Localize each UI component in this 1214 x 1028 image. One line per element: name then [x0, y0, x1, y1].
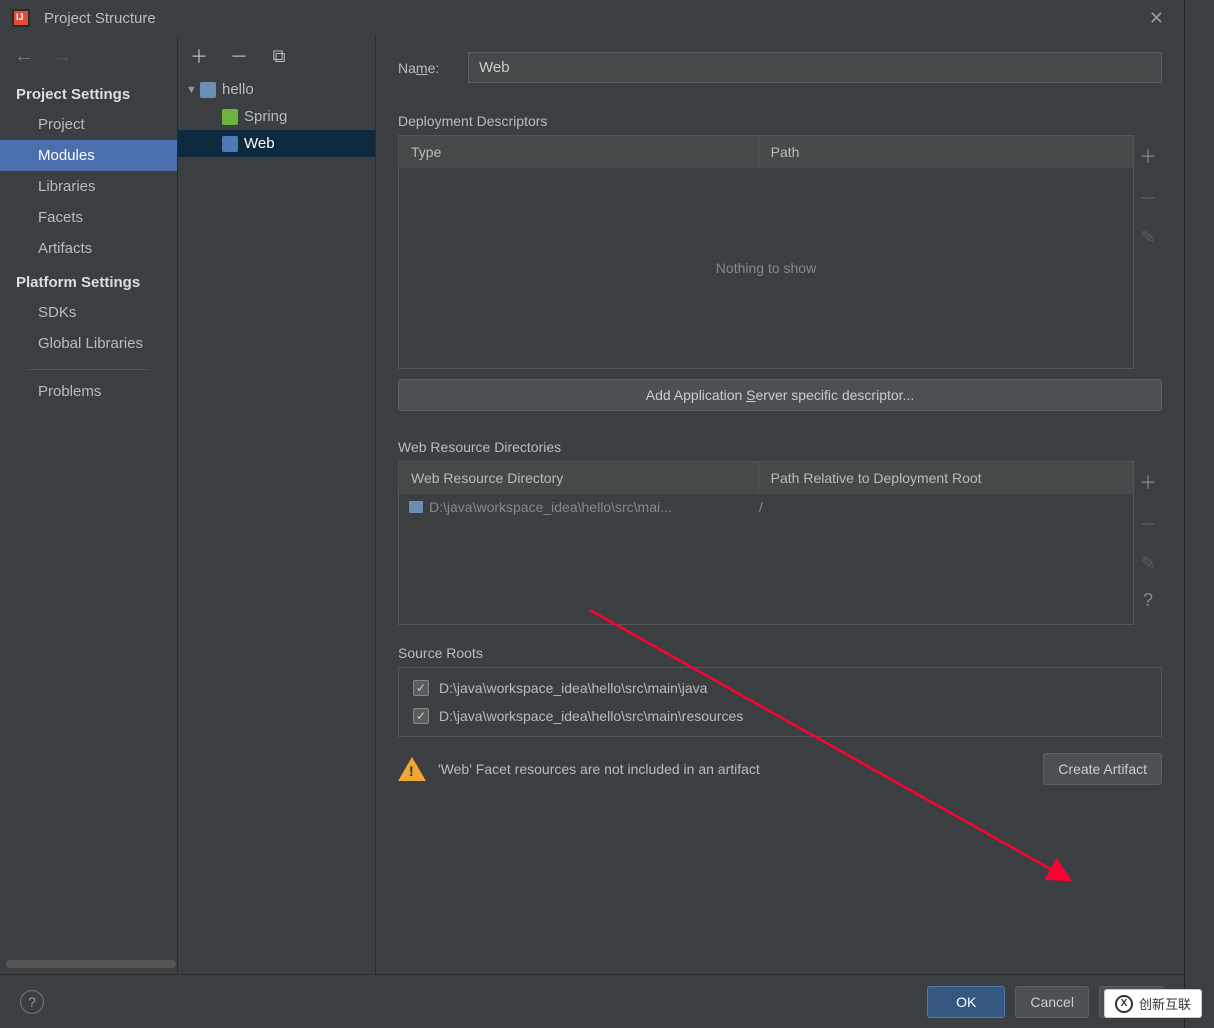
- nav-forward-icon[interactable]: →: [52, 45, 72, 68]
- expand-arrow-icon[interactable]: ▼: [186, 84, 198, 96]
- dd-col-type: Type: [399, 136, 759, 168]
- sidebar-item-facets[interactable]: Facets: [0, 202, 177, 233]
- copy-module-icon[interactable]: ⧉: [268, 46, 290, 67]
- sidebar-item-project[interactable]: Project: [0, 109, 177, 140]
- dd-empty-text: Nothing to show: [399, 168, 1133, 368]
- sidebar-item-libraries[interactable]: Libraries: [0, 171, 177, 202]
- tree-facet-label: Web: [244, 135, 275, 152]
- web-resource-dirs-table[interactable]: Web Resource Directory Path Relative to …: [398, 461, 1134, 625]
- dd-col-path: Path: [759, 136, 1133, 168]
- dd-add-icon[interactable]: ＋: [1139, 143, 1157, 169]
- sidebar-item-modules[interactable]: Modules: [0, 140, 177, 171]
- folder-icon: [409, 501, 423, 513]
- warning-text: 'Web' Facet resources are not included i…: [438, 761, 1031, 777]
- checkbox-icon[interactable]: ✓: [413, 680, 429, 696]
- sidebar-item-problems[interactable]: Problems: [0, 376, 177, 407]
- sidebar-item-sdks[interactable]: SDKs: [0, 297, 177, 328]
- sidebar-divider: [28, 369, 149, 370]
- dialog-footer: ? OK Cancel Apply: [0, 974, 1184, 1028]
- wrd-dir-value: D:\java\workspace_idea\hello\src\mai...: [429, 499, 672, 515]
- tree-facet-spring[interactable]: Spring: [178, 103, 375, 130]
- sidebar-item-global-libraries[interactable]: Global Libraries: [0, 328, 177, 359]
- watermark-icon: X: [1115, 995, 1133, 1013]
- dd-edit-icon[interactable]: ✎: [1140, 227, 1155, 248]
- sidebar-scrollbar[interactable]: [6, 960, 176, 968]
- spring-icon: [222, 109, 238, 125]
- warning-icon: [398, 757, 426, 781]
- tree-facet-label: Spring: [244, 108, 287, 125]
- nav-back-icon[interactable]: ←: [14, 45, 34, 68]
- deployment-descriptors-label: Deployment Descriptors: [398, 113, 1162, 129]
- table-row[interactable]: D:\java\workspace_idea\hello\src\mai... …: [399, 494, 1133, 520]
- wrd-edit-icon[interactable]: ✎: [1140, 553, 1155, 574]
- add-server-descriptor-button[interactable]: Add Application Server specific descript…: [398, 379, 1162, 411]
- source-roots-label: Source Roots: [398, 645, 1162, 661]
- watermark-text: 创新互联: [1139, 994, 1191, 1013]
- wrd-path-value: /: [759, 499, 1123, 515]
- wrd-col-path: Path Relative to Deployment Root: [759, 462, 1133, 494]
- tree-facet-web[interactable]: Web: [178, 130, 375, 157]
- create-artifact-button[interactable]: Create Artifact: [1043, 753, 1162, 785]
- tree-module-hello[interactable]: ▼ hello: [178, 76, 375, 103]
- platform-settings-header: Platform Settings: [0, 264, 177, 297]
- sidebar-item-artifacts[interactable]: Artifacts: [0, 233, 177, 264]
- source-root-path: D:\java\workspace_idea\hello\src\main\ja…: [439, 680, 707, 696]
- name-label: Name:: [398, 60, 468, 76]
- checkbox-icon[interactable]: ✓: [413, 708, 429, 724]
- module-tree-panel: ＋ － ⧉ ▼ hello Spring Web: [178, 36, 376, 974]
- cancel-button[interactable]: Cancel: [1015, 986, 1089, 1018]
- settings-sidebar: ← → Project Settings Project Modules Lib…: [0, 36, 178, 974]
- source-root-item[interactable]: ✓ D:\java\workspace_idea\hello\src\main\…: [409, 674, 1151, 702]
- module-folder-icon: [200, 82, 216, 98]
- remove-module-icon[interactable]: －: [228, 43, 250, 69]
- watermark: X 创新互联: [1104, 989, 1202, 1018]
- source-root-item[interactable]: ✓ D:\java\workspace_idea\hello\src\main\…: [409, 702, 1151, 730]
- titlebar: Project Structure ✕: [0, 0, 1184, 36]
- app-logo-icon: [12, 9, 30, 27]
- web-resource-dirs-label: Web Resource Directories: [398, 439, 1162, 455]
- close-icon[interactable]: ✕: [1141, 4, 1172, 33]
- window-title: Project Structure: [44, 10, 156, 27]
- tree-module-label: hello: [222, 81, 254, 98]
- ok-button[interactable]: OK: [927, 986, 1005, 1018]
- deployment-descriptors-table[interactable]: Type Path Nothing to show: [398, 135, 1134, 369]
- help-icon[interactable]: ?: [20, 990, 44, 1014]
- facet-name-input[interactable]: [468, 52, 1162, 83]
- add-module-icon[interactable]: ＋: [188, 43, 210, 69]
- facet-editor: Name: Deployment Descriptors Type Path N…: [376, 36, 1184, 974]
- dd-remove-icon[interactable]: －: [1139, 185, 1157, 211]
- wrd-remove-icon[interactable]: －: [1139, 511, 1157, 537]
- web-icon: [222, 136, 238, 152]
- wrd-col-dir: Web Resource Directory: [399, 462, 759, 494]
- wrd-help-icon[interactable]: ?: [1143, 590, 1153, 611]
- source-root-path: D:\java\workspace_idea\hello\src\main\re…: [439, 708, 743, 724]
- wrd-add-icon[interactable]: ＋: [1139, 469, 1157, 495]
- project-settings-header: Project Settings: [0, 76, 177, 109]
